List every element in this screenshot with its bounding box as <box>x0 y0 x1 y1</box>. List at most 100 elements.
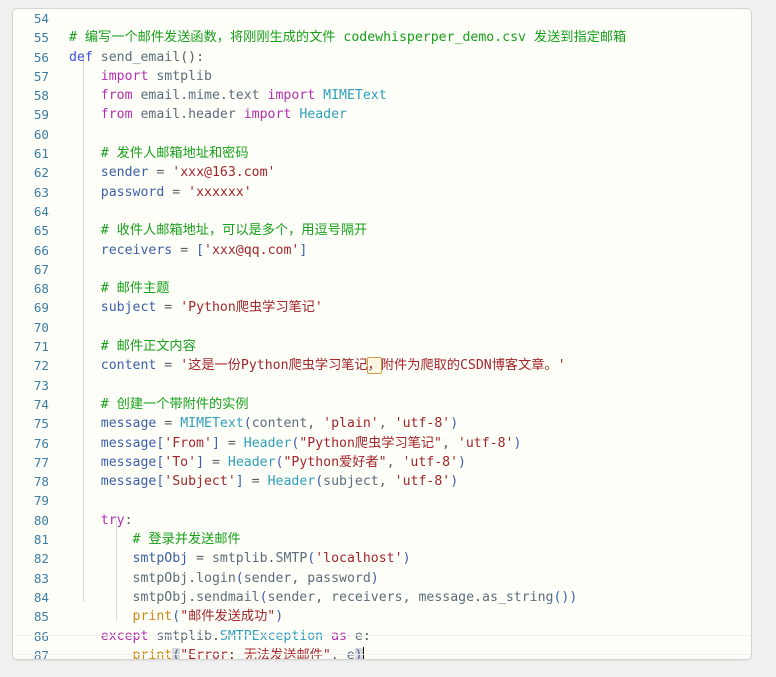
argument: subject <box>323 474 379 490</box>
punctuation: . <box>474 589 482 605</box>
line-content[interactable]: print("Error: 无法发送邮件", e) <box>59 646 364 659</box>
string-literal: 'localhost' <box>315 551 403 567</box>
bracket: ] <box>211 435 220 451</box>
line-content[interactable]: # 创建一个带附件的实例 <box>59 395 249 414</box>
line-content[interactable]: content = '这是一份Python爬虫学习笔记，附件为爬取的CSDN博客… <box>59 356 566 375</box>
operator: = <box>172 184 181 200</box>
bracket: ( <box>172 609 181 625</box>
text-caret <box>362 646 364 659</box>
operator: = <box>251 474 260 490</box>
line-content[interactable]: from email.header import Header <box>59 105 347 124</box>
keyword-def: def <box>69 49 93 65</box>
line-content[interactable]: password = 'xxxxxx' <box>59 183 252 202</box>
line-content[interactable]: receivers = ['xxx@qq.com'] <box>59 241 308 260</box>
code-line: 80 try: <box>13 511 751 530</box>
function-name: send_email <box>100 49 181 65</box>
line-content[interactable]: subject = 'Python爬虫学习笔记' <box>59 298 323 317</box>
line-content[interactable]: message['To'] = Header("Python爱好者", 'utf… <box>59 453 466 472</box>
line-number: 68 <box>33 281 49 297</box>
line-content[interactable]: def send_email(): <box>59 48 204 67</box>
line-content[interactable]: # 邮件正文内容 <box>59 337 196 356</box>
line-content[interactable]: sender = 'xxx@163.com' <box>59 163 276 182</box>
line-content[interactable]: smtpObj = smtplib.SMTP('localhost') <box>59 549 411 568</box>
string-literal: "邮件发送成功" <box>180 609 276 625</box>
keyword-import: import <box>243 107 292 123</box>
line-number: 87 <box>33 647 49 659</box>
operator: = <box>180 242 189 258</box>
code-line: 85 print("邮件发送成功") <box>13 607 751 626</box>
bracket: ) <box>370 570 379 586</box>
code-line: 77 message['To'] = Header("Python爱好者", '… <box>13 453 751 472</box>
line-content[interactable]: message['From'] = Header("Python爬虫学习笔记",… <box>59 434 522 453</box>
method-name: as_string <box>482 589 554 605</box>
line-number: 81 <box>33 532 49 548</box>
keyword-import: import <box>100 68 149 84</box>
line-number: 61 <box>33 146 49 162</box>
line-content[interactable]: # 发件人邮箱地址和密码 <box>59 144 249 163</box>
method-name: SMTP <box>275 551 308 567</box>
argument: message <box>418 589 475 605</box>
variable-name: password <box>100 184 165 200</box>
line-content[interactable]: try: <box>59 511 133 530</box>
line-number: 70 <box>33 319 49 335</box>
string-literal: "Python爬虫学习笔记" <box>299 435 442 451</box>
line-content[interactable]: # 收件人邮箱地址，可以是多个，用逗号隔开 <box>59 221 367 240</box>
module-name: smtplib <box>156 68 212 84</box>
code-line: 68 # 邮件主题 <box>13 279 751 298</box>
line-content[interactable]: # 邮件主题 <box>59 279 170 298</box>
punctuation: , <box>442 435 450 451</box>
comment-token: # 登录并发送邮件 <box>132 532 241 548</box>
code-content-area[interactable]: 54 55 # 编写一个邮件发送函数，将刚刚生成的文件 codewhisperpe… <box>13 9 751 659</box>
punctuation: , <box>315 589 324 605</box>
line-content[interactable]: smtpObj.login(sender, password) <box>59 569 379 588</box>
code-editor-panel[interactable]: 54 55 # 编写一个邮件发送函数，将刚刚生成的文件 codewhisperpe… <box>12 8 752 660</box>
code-line: 75 message = MIMEText(content, 'plain', … <box>13 414 751 433</box>
line-content[interactable]: import smtplib <box>59 67 212 86</box>
line-content[interactable]: except smtplib.SMTPException as e: <box>59 627 371 646</box>
bracket: ] <box>299 242 308 258</box>
operator: = <box>164 416 173 432</box>
bracket: ) <box>450 416 459 432</box>
comment-token: # 邮件正文内容 <box>100 339 196 355</box>
string-literal-part: '这是一份Python爬虫学习笔记 <box>180 358 368 374</box>
line-content[interactable]: message = MIMEText(content, 'plain', 'ut… <box>59 414 458 433</box>
keyword-from: from <box>100 107 133 123</box>
variable-name: message <box>100 416 157 432</box>
code-line: 70 <box>13 318 751 337</box>
code-line: 61 # 发件人邮箱地址和密码 <box>13 144 751 163</box>
string-literal: 'Python爬虫学习笔记' <box>180 300 323 316</box>
code-line: 81 # 登录并发送邮件 <box>13 530 751 549</box>
bracket: ) <box>275 609 284 625</box>
code-line: 83 smtpObj.login(sender, password) <box>13 569 751 588</box>
punctuation: (): <box>180 49 205 65</box>
argument: receivers <box>331 589 403 605</box>
object-name: smtpObj <box>132 570 189 586</box>
line-content[interactable]: print("邮件发送成功") <box>59 607 284 626</box>
string-literal: 'xxx@qq.com' <box>204 242 300 258</box>
bracket: ( <box>259 589 268 605</box>
string-literal: 'xxxxxx' <box>188 184 252 200</box>
bracket: ) <box>458 454 466 470</box>
code-line: 67 <box>13 260 751 279</box>
line-content[interactable]: # 登录并发送邮件 <box>59 530 241 549</box>
code-line: 55 # 编写一个邮件发送函数，将刚刚生成的文件 codewhisperper_d… <box>13 28 751 47</box>
line-content[interactable]: from email.mime.text import MIMEText <box>59 86 387 105</box>
line-content[interactable]: message['Subject'] = Header(subject, 'ut… <box>59 472 458 491</box>
operator: = <box>164 300 173 316</box>
code-line: 54 <box>13 9 751 28</box>
punctuation: , <box>307 416 316 432</box>
type-name: Header <box>299 107 347 123</box>
line-content[interactable]: smtpObj.sendmail(sender, receivers, mess… <box>59 588 578 607</box>
code-line: 78 message['Subject'] = Header(subject, … <box>13 472 751 491</box>
line-number: 67 <box>33 261 49 277</box>
string-literal-part: 附件为爬取的CSDN博客文章。' <box>380 358 566 374</box>
variable-name: sender <box>100 165 149 181</box>
bracket: ] <box>235 474 244 490</box>
string-literal: 'utf-8' <box>394 474 451 490</box>
exception-type: SMTPException <box>219 628 324 644</box>
line-content[interactable]: # 编写一个邮件发送函数，将刚刚生成的文件 codewhisperper_dem… <box>59 28 626 47</box>
line-number: 86 <box>33 628 49 644</box>
line-number: 71 <box>33 339 49 355</box>
argument: password <box>307 570 371 586</box>
variable-name: message <box>100 454 157 470</box>
